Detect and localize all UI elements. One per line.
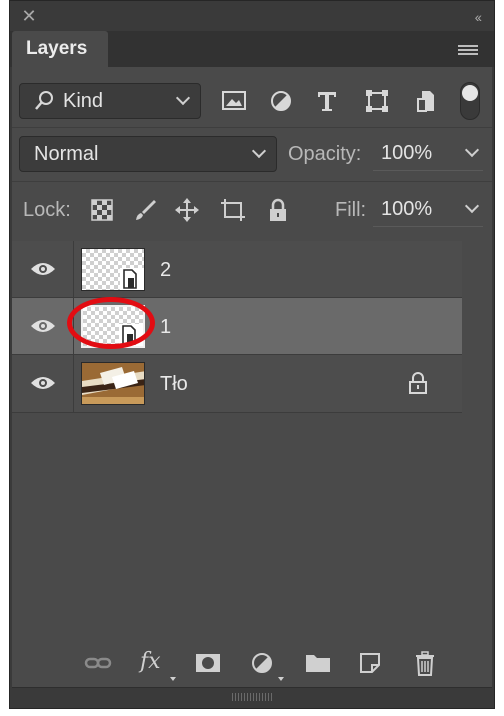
divider [12, 181, 492, 182]
eye-icon [31, 377, 55, 389]
photo-thumbnail-image [82, 363, 144, 404]
layers-list: 2 1 Tło [12, 241, 462, 415]
divider [12, 127, 492, 128]
layer-style-icon[interactable]: fx [140, 649, 161, 674]
delete-icon[interactable] [414, 651, 436, 676]
panel-menu-icon[interactable] [458, 45, 478, 57]
menu-arrow-icon [170, 677, 176, 681]
filter-toggle-switch[interactable] [460, 82, 480, 120]
layer-thumbnail [81, 305, 145, 348]
visibility-toggle[interactable] [12, 298, 74, 355]
new-group-icon[interactable] [304, 651, 332, 675]
layer-row-selected[interactable]: 1 [12, 298, 462, 355]
collapse-panels-icon[interactable]: ‹‹ [475, 9, 482, 25]
layer-name: 2 [160, 259, 172, 281]
smart-object-badge-icon [119, 324, 143, 346]
lock-position-icon[interactable] [175, 198, 199, 222]
smart-object-filter-icon[interactable] [414, 89, 440, 113]
tab-row: Layers [10, 31, 494, 67]
shape-filter-icon[interactable] [364, 89, 390, 113]
fill-label: Fill: [335, 199, 367, 221]
type-filter-icon[interactable] [314, 89, 340, 113]
layer-row[interactable]: 2 [12, 241, 462, 298]
title-bar[interactable]: ✕ ‹‹ [10, 1, 494, 31]
chevron-down-icon [464, 142, 480, 158]
lock-image-pixels-icon[interactable] [134, 198, 158, 222]
opacity-value: 100% [381, 142, 433, 164]
new-adjustment-icon[interactable] [250, 651, 274, 675]
search-icon [34, 90, 54, 118]
blend-mode-value: Normal [34, 143, 99, 165]
filter-kind-label: Kind [63, 90, 104, 112]
fill-value: 100% [381, 198, 433, 220]
fill-field[interactable]: 100% [373, 193, 483, 227]
layer-thumbnail-photo [81, 362, 145, 405]
grip-icon [232, 693, 272, 701]
image-filter-icon[interactable] [221, 89, 247, 113]
visibility-toggle[interactable] [12, 355, 74, 412]
opacity-field[interactable]: 100% [373, 137, 483, 171]
layers-window: ✕ ‹‹ Layers Kind Normal Opacity: 100% Lo… [9, 0, 495, 709]
layer-name: Tło [160, 373, 188, 395]
blend-mode-select[interactable]: Normal [19, 136, 277, 172]
layer-thumbnail [81, 248, 145, 291]
menu-arrow-icon [278, 677, 284, 681]
bottom-toolbar: fx [12, 635, 492, 687]
visibility-toggle[interactable] [12, 241, 74, 298]
eye-icon [31, 320, 55, 332]
lock-label: Lock: [23, 199, 71, 221]
chevron-down-icon [251, 143, 267, 159]
lock-all-icon[interactable] [266, 198, 290, 222]
adjustment-filter-icon[interactable] [268, 89, 294, 113]
layers-panel: Kind Normal Opacity: 100% Lock: Fill: 10… [12, 67, 492, 707]
layer-name: 1 [160, 316, 172, 338]
link-layers-icon[interactable] [84, 651, 112, 675]
add-mask-icon[interactable] [195, 651, 221, 675]
chevron-down-icon [175, 90, 191, 106]
filter-kind-select[interactable]: Kind [19, 83, 201, 119]
lock-transparent-pixels-icon[interactable] [90, 198, 114, 222]
artboard-lock-icon[interactable] [220, 198, 245, 222]
chevron-down-icon [464, 198, 480, 214]
resize-handle[interactable] [12, 687, 492, 707]
opacity-label: Opacity: [288, 143, 362, 165]
layer-lock-icon [408, 372, 428, 399]
new-layer-icon[interactable] [358, 651, 382, 675]
tab-layers[interactable]: Layers [12, 31, 108, 67]
eye-icon [31, 263, 55, 275]
layer-row[interactable]: Tło [12, 355, 462, 413]
close-icon[interactable]: ✕ [20, 7, 38, 25]
smart-object-badge-icon [120, 268, 144, 290]
